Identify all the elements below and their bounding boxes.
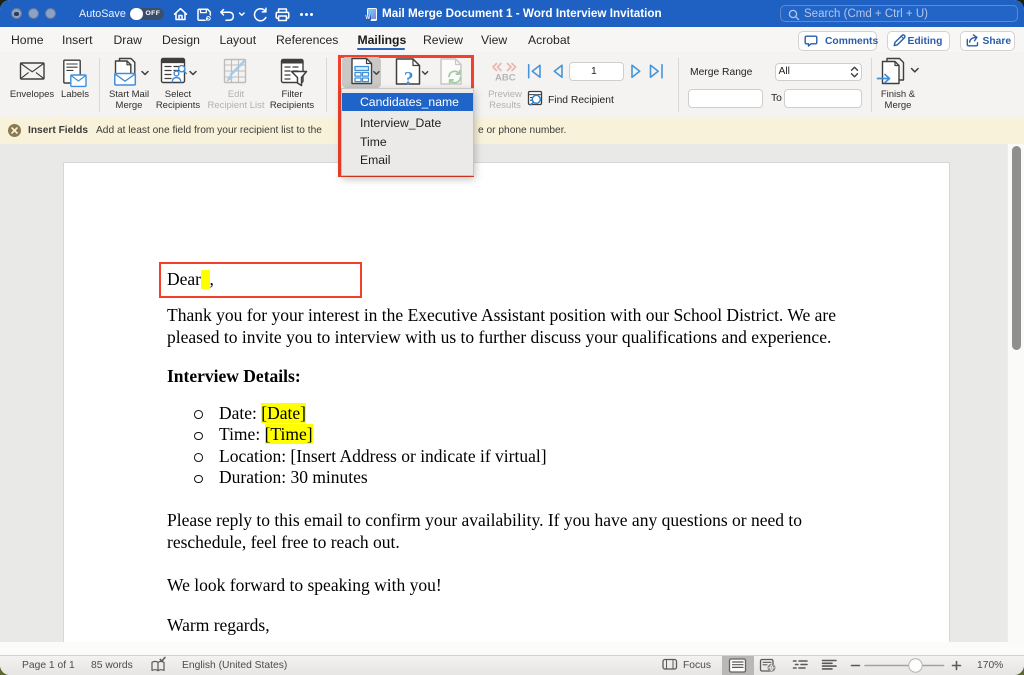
svg-text:ABC: ABC xyxy=(495,73,516,84)
